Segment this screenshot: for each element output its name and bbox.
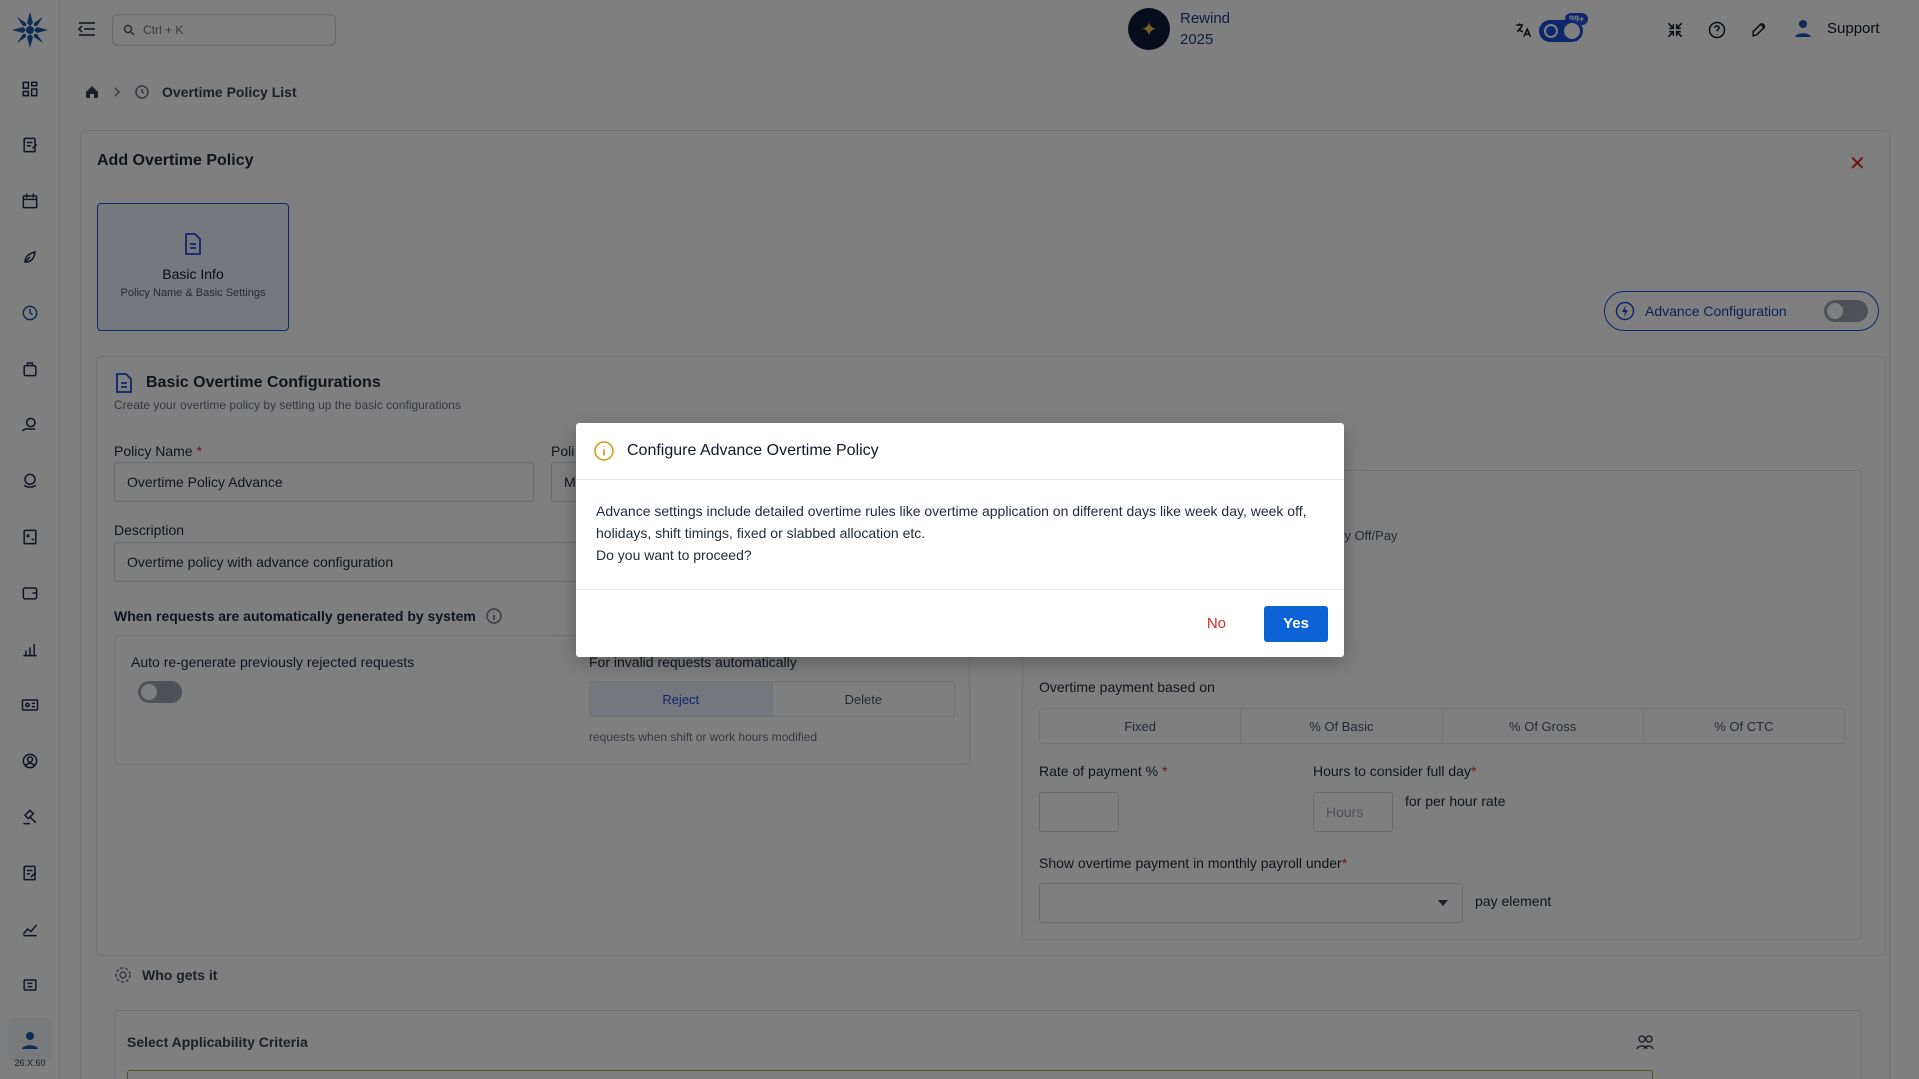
yes-button[interactable]: Yes	[1264, 605, 1328, 642]
dialog-title: Configure Advance Overtime Policy	[627, 442, 879, 459]
dialog-message: Advance settings include detailed overti…	[596, 503, 1307, 541]
no-button[interactable]: No	[1195, 607, 1238, 640]
configure-advance-dialog: Configure Advance Overtime Policy Advanc…	[576, 423, 1344, 657]
info-warning-icon	[594, 441, 614, 461]
dialog-question: Do you want to proceed?	[596, 547, 752, 563]
